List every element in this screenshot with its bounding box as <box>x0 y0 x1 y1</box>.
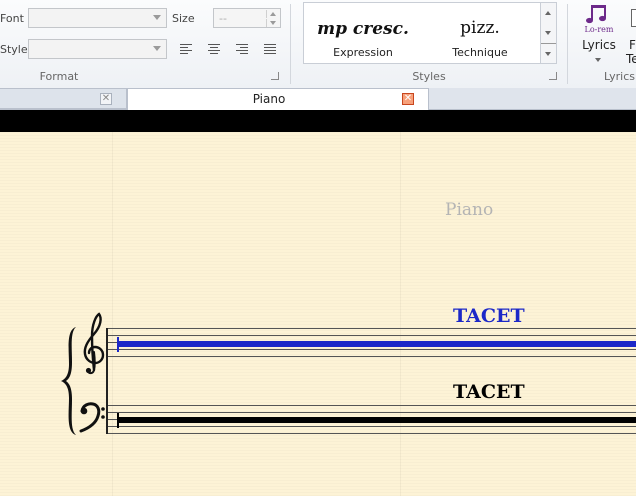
multirest-bar-end <box>117 413 119 428</box>
multirest-bar[interactable] <box>117 417 636 423</box>
staff-line <box>107 426 636 427</box>
brace-icon <box>61 327 76 435</box>
multirest-bar-end <box>117 337 119 352</box>
tacet-label[interactable]: TACET <box>453 381 525 403</box>
tacet-label-selected[interactable]: TACET <box>453 305 525 327</box>
bass-clef-icon <box>79 402 105 433</box>
staff-line <box>107 433 636 434</box>
multirest-bar-selected[interactable] <box>117 341 636 347</box>
treble-clef-icon <box>83 312 105 375</box>
staff-line <box>107 405 636 406</box>
staff-line <box>107 412 636 413</box>
